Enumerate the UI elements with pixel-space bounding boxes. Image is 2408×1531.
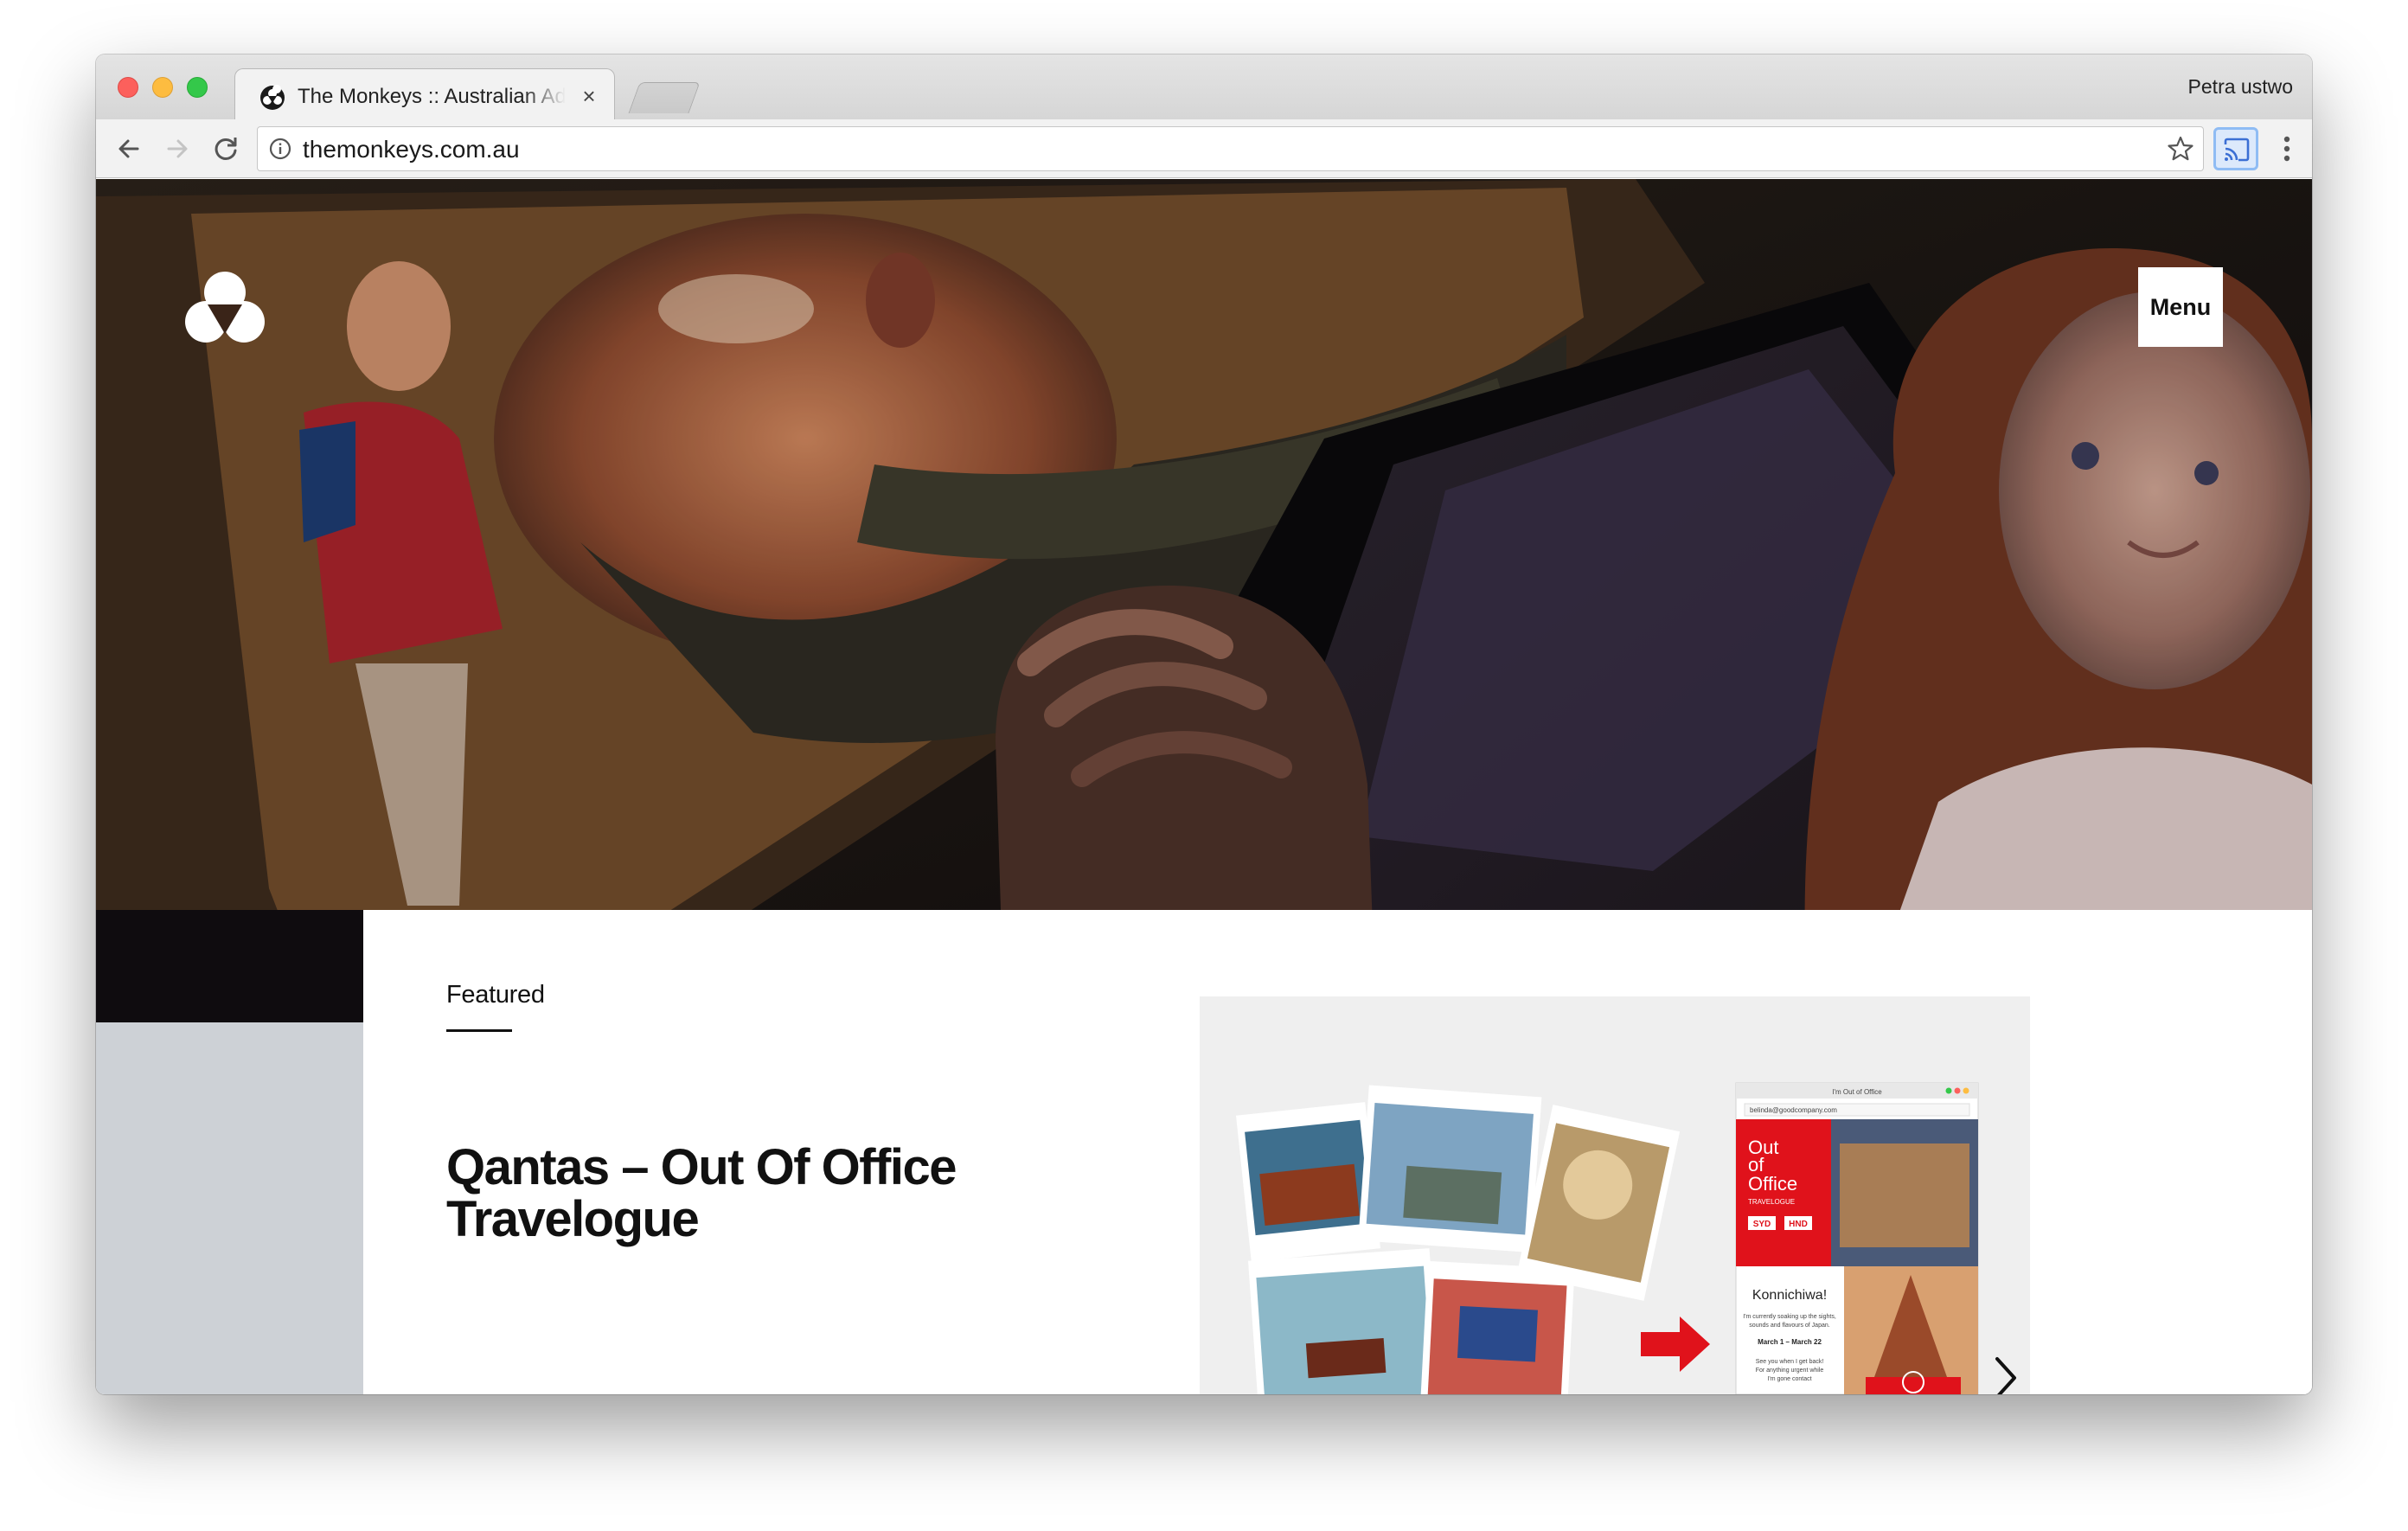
flight-to: HND: [1789, 1220, 1808, 1229]
cast-icon: [2224, 138, 2250, 162]
flight-from: SYD: [1753, 1220, 1771, 1229]
featured-card: Featured Qantas – Out Of Office Travelog…: [363, 910, 2312, 1394]
mock-greeting: Konnichiwa!: [1752, 1288, 1827, 1303]
tab-title: The Monkeys :: Australian Ad Agency: [298, 85, 566, 108]
mock-dates: March 1 – March 22: [1758, 1338, 1822, 1346]
minimize-window-button[interactable]: [152, 77, 173, 98]
side-panel: [96, 1022, 363, 1394]
monkeys-favicon-icon: [260, 85, 285, 110]
featured-label: Featured: [446, 981, 545, 1009]
back-button[interactable]: [110, 130, 148, 168]
tab-the-monkeys[interactable]: The Monkeys :: Australian Ad Agency ×: [234, 68, 615, 122]
kebab-icon[interactable]: [2272, 130, 2302, 168]
mock-email: belinda@goodcompany.com: [1750, 1106, 1837, 1114]
featured-image[interactable]: I'm Out of Office belinda@goodcompany.co…: [1200, 996, 2030, 1394]
browser-window: The Monkeys :: Australian Ad Agency × Pe…: [96, 54, 2312, 1394]
arrow-left-icon: [118, 139, 139, 158]
hero-bottom-left: [96, 910, 363, 1022]
profile-name[interactable]: Petra ustwo: [2188, 75, 2293, 99]
poster-sub: TRAVELOGUE: [1748, 1198, 1795, 1206]
mock-signoff-3: I'm gone contact: [1767, 1376, 1811, 1382]
cast-button[interactable]: [2213, 127, 2258, 170]
info-icon[interactable]: [268, 137, 292, 161]
menu-button[interactable]: Menu: [2138, 267, 2223, 347]
tab-close-button[interactable]: ×: [576, 81, 602, 111]
chevron-right-icon[interactable]: [1989, 1354, 2023, 1394]
star-icon[interactable]: [2165, 133, 2196, 164]
tab-strip: The Monkeys :: Australian Ad Agency × Pe…: [96, 54, 2312, 122]
zoom-window-button[interactable]: [187, 77, 208, 98]
featured-title[interactable]: Qantas – Out Of Office Travelogue: [446, 1142, 1069, 1246]
travelogue-collage: I'm Out of Office belinda@goodcompany.co…: [1236, 1082, 1979, 1394]
mock-signoff-1: See you when I get back!: [1756, 1359, 1824, 1365]
hero-image: [96, 179, 2312, 1022]
featured-divider: [446, 1029, 512, 1032]
arrow-right-icon: [167, 139, 188, 158]
close-window-button[interactable]: [118, 77, 138, 98]
forward-button[interactable]: [158, 130, 196, 168]
monkeys-logo-icon[interactable]: [185, 270, 265, 346]
mock-window-title: I'm Out of Office: [1832, 1088, 1882, 1096]
reload-button[interactable]: [207, 130, 245, 168]
reload-icon: [215, 138, 237, 160]
address-bar[interactable]: themonkeys.com.au: [257, 126, 2204, 171]
browser-toolbar: themonkeys.com.au: [96, 119, 2312, 178]
page-viewport: Menu Featured Qantas – Out Of Office Tra…: [96, 179, 2312, 1394]
mock-body-2: sounds and flavours of Japan.: [1749, 1323, 1829, 1329]
hero-illustration: [96, 179, 2312, 1022]
new-tab-button[interactable]: [628, 82, 701, 113]
mock-signoff-2: For anything urgent while: [1756, 1368, 1824, 1374]
url-text[interactable]: themonkeys.com.au: [303, 134, 520, 165]
mock-body-1: I'm currently soaking up the sights,: [1743, 1314, 1836, 1320]
poster-title-3: Office: [1748, 1173, 1797, 1195]
